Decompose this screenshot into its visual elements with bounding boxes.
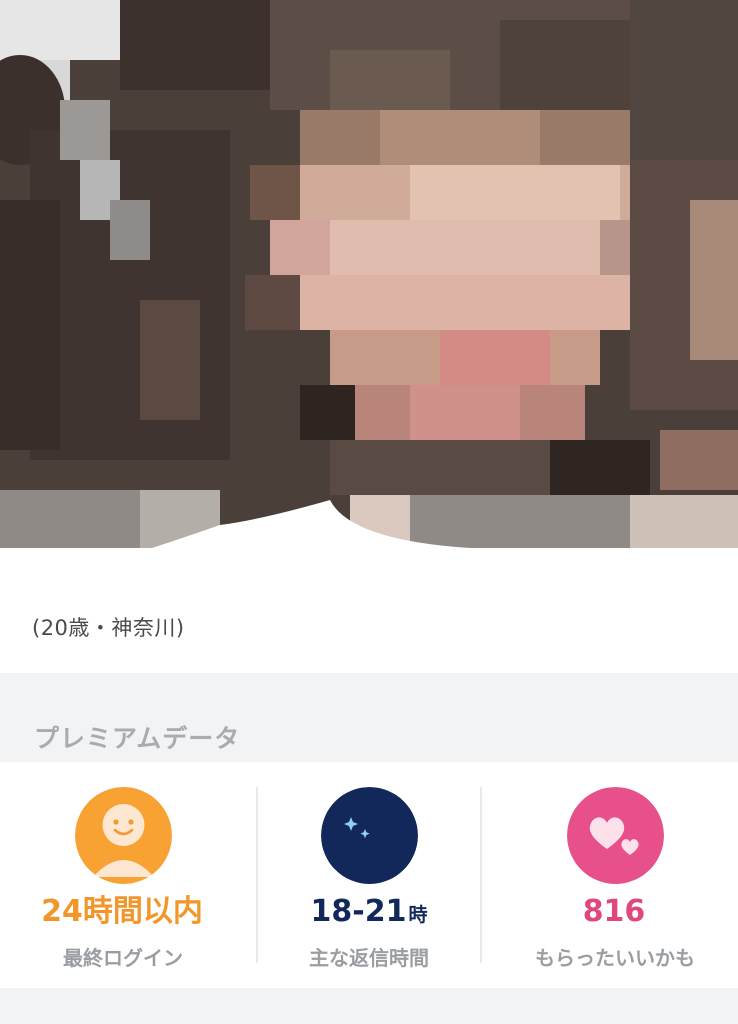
moon-stars-icon (321, 787, 418, 884)
hearts-icon (567, 787, 664, 884)
section-title: プレミアムデータ (34, 724, 241, 753)
stat-divider (480, 787, 482, 963)
smiley-user-icon (75, 787, 172, 884)
premium-data-header: プレミアムデータ (0, 673, 738, 762)
stat-likes-received: 816 もらったいいかも (492, 762, 738, 988)
stat-value: 24時間以内 (41, 894, 203, 929)
premium-stats: 24時間以内 最終ログイン 18-21 時 主な返信時間 816 もらったいいか… (0, 762, 738, 988)
stat-last-login: 24時間以内 最終ログイン (0, 762, 246, 988)
stat-value: 18-21 時 (310, 894, 428, 929)
stat-value: 816 (582, 894, 646, 929)
profile-info: (20歳・神奈川) (0, 548, 738, 673)
pixelated-photo-mosaic (0, 0, 738, 548)
age-location-text: (20歳・神奈川) (32, 616, 185, 640)
profile-photo[interactable] (0, 0, 738, 548)
stat-reply-time: 18-21 時 主な返信時間 (246, 762, 492, 988)
stat-label: もらったいいかも (535, 946, 695, 970)
stat-label: 最終ログイン (63, 946, 183, 970)
bottom-section-strip (0, 988, 738, 1024)
stat-label: 主な返信時間 (309, 946, 429, 970)
